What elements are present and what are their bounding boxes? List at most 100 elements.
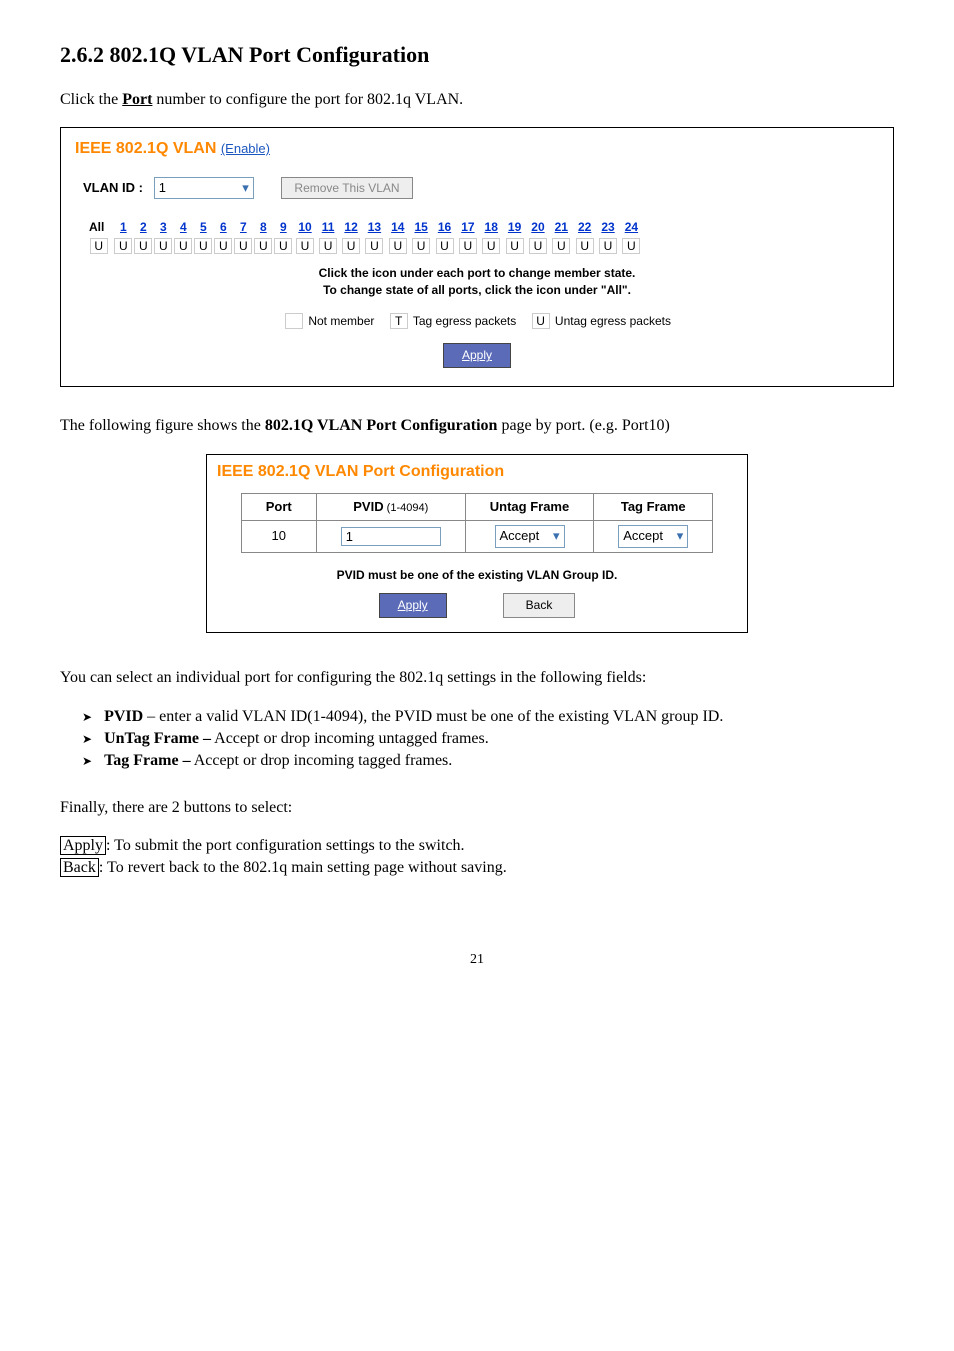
port-link[interactable]: 7 [234,219,252,236]
legend-notmember-label: Not member [308,314,374,328]
untag-select[interactable]: Accept [495,525,565,547]
boxed-apply-word: Apply [60,836,106,855]
port-grid: All 1 2 3 4 5 6 7 8 9 10 11 12 13 14 15 … [83,217,879,257]
vlan-panel-title: IEEE 802.1Q VLAN (Enable) [75,138,879,160]
port-state-toggle[interactable]: U [342,238,360,254]
port-state-toggle[interactable]: U [529,238,547,254]
apply-button[interactable]: Apply [443,343,511,368]
port-link[interactable]: 24 [621,219,642,236]
finally-para: Finally, there are 2 buttons to select: [60,797,894,819]
port-link[interactable]: 18 [481,219,502,236]
port-link[interactable]: 5 [194,219,212,236]
back-expl: : To revert back to the 802.1q main sett… [99,859,507,876]
apply-expl: : To submit the port configuration setti… [106,837,465,854]
port-state-toggle[interactable]: U [365,238,383,254]
untag-icon: U [532,313,550,329]
port-table: All 1 2 3 4 5 6 7 8 9 10 11 12 13 14 15 … [83,217,644,257]
port-state-toggle[interactable]: U [319,238,337,254]
port-link[interactable]: 22 [574,219,595,236]
untag-bold: UnTag Frame – [104,730,211,747]
port-state-toggle[interactable]: U [274,238,292,254]
port-link[interactable]: 13 [364,219,385,236]
port-link[interactable]: 16 [434,219,455,236]
port-state-toggle[interactable]: U [412,238,430,254]
tag-select[interactable]: Accept [618,525,688,547]
apply-button[interactable]: Apply [379,593,447,618]
legend-untag-label: Untag egress packets [555,314,671,328]
port-link[interactable]: 6 [214,219,232,236]
remove-vlan-button[interactable]: Remove This VLAN [281,177,412,200]
mid-pre: The following figure shows the [60,417,265,434]
vlan-id-row: VLAN ID : 1 Remove This VLAN [83,177,879,200]
port-link[interactable]: 17 [457,219,478,236]
intro-pre: Click the [60,91,122,108]
port-link[interactable]: 11 [318,219,339,236]
all-column-label: All [85,219,112,236]
boxed-back-word: Back [60,858,99,877]
pvid-bold: PVID [104,708,143,725]
port-link[interactable]: 1 [114,219,132,236]
port-link[interactable]: 15 [410,219,431,236]
port-link[interactable]: 2 [134,219,152,236]
vlan-id-select[interactable]: 1 [154,177,254,199]
fields-intro: You can select an individual port for co… [60,667,894,689]
port-link[interactable]: 8 [254,219,272,236]
intro-paragraph: Click the Port number to configure the p… [60,89,894,111]
back-button[interactable]: Back [503,593,576,618]
pvid-note: PVID must be one of the existing VLAN Gr… [217,567,737,584]
port-state-toggle[interactable]: U [214,238,232,254]
port-state-toggle[interactable]: U [234,238,252,254]
port-state-toggle[interactable]: U [506,238,524,254]
not-member-icon [285,313,303,329]
port-state-row: U U U U U U U U U U U U U U U U U U U U [85,238,642,255]
port-link[interactable]: 19 [504,219,525,236]
legend-tag-label: Tag egress packets [413,314,516,328]
table-row: 10 Accept Accept [241,521,712,552]
enable-link[interactable]: (Enable) [221,141,270,156]
port-link[interactable]: 9 [274,219,292,236]
port-link[interactable]: 14 [387,219,408,236]
port-state-toggle[interactable]: U [576,238,594,254]
note-line1: Click the icon under each port to change… [319,266,636,280]
port-state-toggle[interactable]: U [174,238,192,254]
port-link[interactable]: 4 [174,219,192,236]
intro-port-word: Port [122,91,152,108]
vlan-id-label: VLAN ID : [83,179,143,194]
port-value: 10 [241,521,316,552]
port-link[interactable]: 20 [527,219,548,236]
col-untag: Untag Frame [465,493,593,520]
col-pvid-range: (1-4094) [384,502,429,514]
untag-text: Accept or drop incoming untagged frames. [211,730,489,747]
all-state-toggle[interactable]: U [90,238,108,254]
port-link[interactable]: 3 [154,219,172,236]
port-state-toggle[interactable]: U [389,238,407,254]
port-link[interactable]: 10 [294,219,315,236]
mid-bold: 802.1Q VLAN Port Configuration [265,417,498,434]
port-state-toggle[interactable]: U [296,238,314,254]
port-state-toggle[interactable]: U [436,238,454,254]
port-state-toggle[interactable]: U [552,238,570,254]
port-link[interactable]: 21 [551,219,572,236]
col-pvid-label: PVID [353,499,383,514]
port-header-row: All 1 2 3 4 5 6 7 8 9 10 11 12 13 14 15 … [85,219,642,236]
col-port: Port [241,493,316,520]
list-item: PVID – enter a valid VLAN ID(1-4094), th… [82,706,894,728]
port-state-toggle[interactable]: U [114,238,132,254]
port-state-toggle[interactable]: U [622,238,640,254]
port-link[interactable]: 23 [597,219,618,236]
port-link[interactable]: 12 [340,219,361,236]
state-note: Click the icon under each port to change… [75,265,879,299]
port-state-toggle[interactable]: U [459,238,477,254]
port-state-toggle[interactable]: U [599,238,617,254]
port-state-toggle[interactable]: U [482,238,500,254]
port-state-toggle[interactable]: U [194,238,212,254]
pvid-input[interactable] [341,527,441,546]
list-item: Tag Frame – Accept or drop incoming tagg… [82,750,894,772]
port-state-toggle[interactable]: U [134,238,152,254]
port-state-toggle[interactable]: U [154,238,172,254]
port-config-table: Port PVID (1-4094) Untag Frame Tag Frame… [241,493,713,553]
field-bullets: PVID – enter a valid VLAN ID(1-4094), th… [60,706,894,773]
port-state-toggle[interactable]: U [254,238,272,254]
apply-explain: Apply: To submit the port configuration … [60,835,894,880]
table-header-row: Port PVID (1-4094) Untag Frame Tag Frame [241,493,712,520]
